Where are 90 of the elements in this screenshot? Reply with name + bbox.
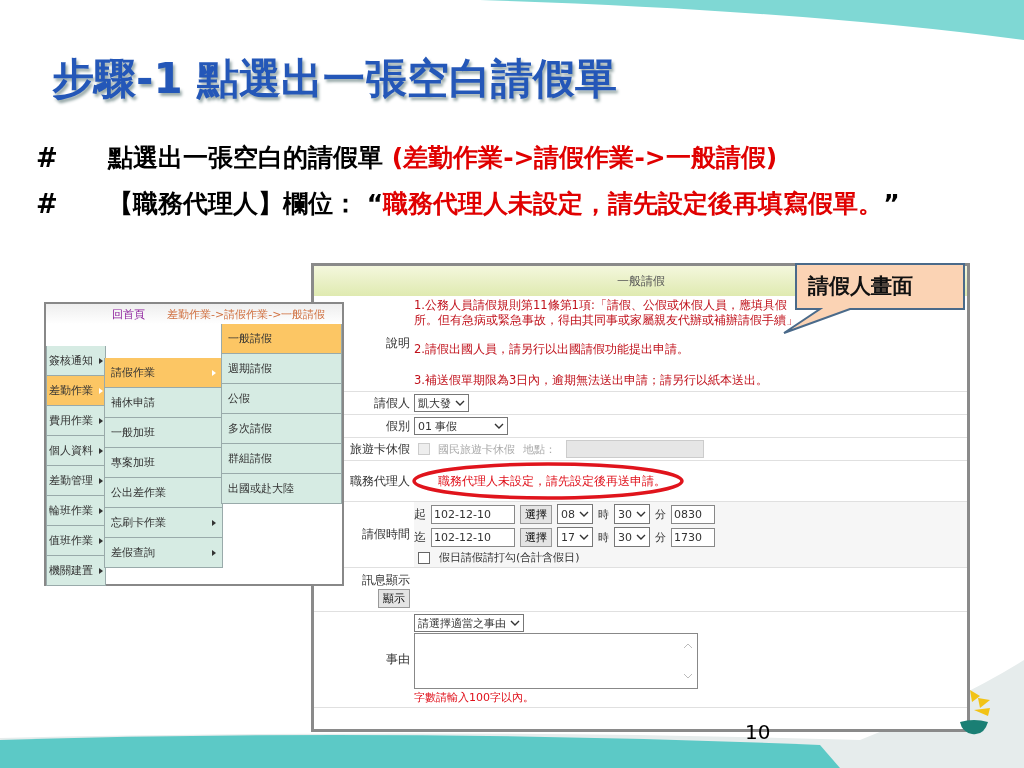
hour-dropdown[interactable]: 17 [557, 527, 593, 547]
field-label: 地點： [523, 441, 556, 457]
unit-label: 時 [598, 506, 609, 522]
leave-type-dropdown[interactable]: 01 事假 [414, 417, 508, 435]
menu-item[interactable]: 個人資料 [46, 436, 106, 466]
unit-label: 分 [655, 506, 666, 522]
field-label: 假別 [385, 417, 410, 435]
chevron-down-icon [579, 534, 589, 540]
location-field[interactable] [566, 440, 704, 458]
hour-dropdown[interactable]: 08 [557, 504, 593, 524]
callout-text: 請假人畫面 [808, 274, 913, 298]
field-label: 請假時間 [361, 526, 410, 543]
menu-item[interactable]: 補休申請 [104, 388, 223, 418]
sun-logo-icon [958, 688, 992, 736]
error-message: 職務代理人未設定，請先設定後再送申請。 [438, 472, 666, 490]
chevron-down-icon [579, 511, 589, 517]
minute-dropdown[interactable]: 30 [614, 527, 650, 547]
notice-text: 3.補送假單期限為3日內，逾期無法送出申請；請另行以紙本送出。 [414, 373, 770, 388]
home-link[interactable]: 回首頁 [112, 306, 145, 322]
submenu-arrow-icon [99, 477, 103, 484]
bullet-marker: # [36, 188, 59, 221]
field-label: 職務代理人 [349, 472, 410, 490]
hint-text: 字數請輸入100字以內。 [414, 690, 534, 705]
menu-item[interactable]: 公假 [221, 384, 342, 414]
page-number: 10 [745, 720, 771, 744]
menu-item[interactable]: 費用作業 [46, 406, 106, 436]
notice-text: 所。但有急病或緊急事故，得由其同事或家屬親友代辦或補辦請假手續」 [414, 313, 798, 328]
time-field[interactable]: 1730 [671, 527, 715, 547]
menu-item[interactable]: 輪班作業 [46, 496, 106, 526]
checkbox[interactable] [418, 551, 430, 564]
menu-item[interactable]: 簽核通知 [46, 346, 106, 376]
menu-item[interactable]: 差勤作業 [46, 376, 106, 406]
notice-text: 2.請假出國人員，請另行以出國請假功能提出申請。 [414, 342, 690, 357]
menu-item[interactable]: 出國或赴大陸 [221, 474, 342, 504]
field-label: 迄 [414, 528, 426, 546]
menu-item[interactable]: 機關建置 [46, 556, 106, 586]
submenu-arrow-icon [99, 507, 103, 514]
notice-text: 1.公務人員請假規則第11條第1項:「請假、公假或休假人員，應填具假 [414, 298, 788, 313]
applicant-dropdown[interactable]: 凱大發 [414, 394, 469, 412]
field-label: 起 [414, 505, 426, 523]
chevron-down-icon [510, 620, 520, 626]
reason-textarea[interactable] [414, 633, 698, 689]
field-label: 事由 [385, 651, 410, 668]
chevron-down-icon [455, 400, 465, 406]
menu-item[interactable]: 忘刷卡作業 [104, 508, 223, 538]
menu-item[interactable]: 值班作業 [46, 526, 106, 556]
bullet-text: 【職務代理人】欄位： “職務代理人未設定，請先設定後再填寫假單。” [108, 188, 901, 220]
reason-dropdown[interactable]: 請選擇適當之事由 [414, 614, 524, 632]
menu-item[interactable]: 請假作業 [104, 358, 223, 388]
slide-title: 步驟-1 點選出一張空白請假單 [52, 53, 618, 105]
submenu-arrow-icon [99, 357, 103, 364]
chevron-down-icon [636, 511, 646, 517]
checkbox-label: 國民旅遊卡休假 [438, 441, 515, 457]
menu-item[interactable]: 一般請假 [221, 324, 342, 354]
submenu-arrow-icon [99, 567, 103, 574]
field-label: 說明 [385, 334, 410, 352]
submenu-arrow-icon [212, 369, 216, 376]
submenu-arrow-icon [99, 417, 103, 424]
chevron-down-icon [494, 423, 504, 429]
submenu-arrow-icon [99, 537, 103, 544]
menu-item[interactable]: 差勤管理 [46, 466, 106, 496]
checkbox-label: 假日請假請打勾(合計含假日) [439, 550, 580, 565]
unit-label: 分 [655, 529, 666, 545]
submenu-arrow-icon [99, 447, 103, 454]
menu-item[interactable]: 群組請假 [221, 444, 342, 474]
scroll-arrows-icon [683, 641, 693, 681]
submenu-arrow-icon [212, 549, 216, 556]
menu-item[interactable]: 公出差作業 [104, 478, 223, 508]
date-field[interactable]: 102-12-10 [431, 527, 515, 547]
submenu-arrow-icon [212, 519, 216, 526]
menu-item[interactable]: 多次請假 [221, 414, 342, 444]
field-label: 旅遊卡休假 [349, 440, 410, 458]
field-label: 訊息顯示 [362, 572, 410, 589]
submenu-arrow-icon [99, 387, 103, 394]
bullet-marker: # [36, 142, 59, 175]
menu-item[interactable]: 一般加班 [104, 418, 223, 448]
breadcrumb: 差勤作業->請假作業->一般請假 [167, 306, 326, 322]
pick-date-button[interactable]: 選擇 [520, 527, 552, 547]
menu-item[interactable]: 週期請假 [221, 354, 342, 384]
date-field[interactable]: 102-12-10 [431, 504, 515, 524]
unit-label: 時 [598, 529, 609, 545]
pick-date-button[interactable]: 選擇 [520, 504, 552, 524]
chevron-down-icon [636, 534, 646, 540]
time-field[interactable]: 0830 [671, 504, 715, 524]
show-button[interactable]: 顯示 [378, 589, 410, 608]
minute-dropdown[interactable]: 30 [614, 504, 650, 524]
menu-item[interactable]: 專案加班 [104, 448, 223, 478]
bullet-text: 點選出一張空白的請假單 (差勤作業->請假作業->一般請假) [108, 142, 779, 174]
field-label: 請假人 [373, 394, 410, 412]
menu-item[interactable]: 差假查詢 [104, 538, 223, 568]
